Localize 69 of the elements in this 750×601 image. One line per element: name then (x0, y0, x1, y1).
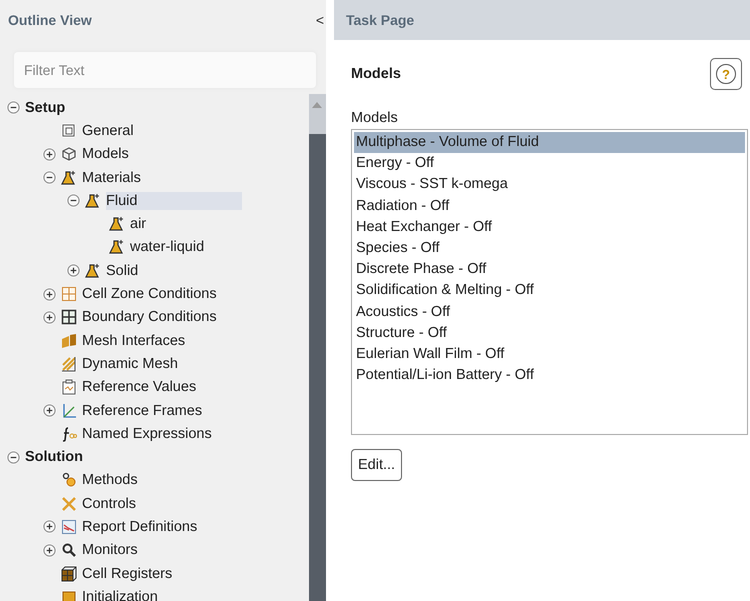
expand-icon[interactable] (43, 520, 56, 534)
tree-item[interactable]: Methods (82, 471, 141, 490)
list-item[interactable]: Heat Exchanger - Off (354, 216, 745, 238)
clipboard-icon (61, 379, 77, 396)
list-item[interactable]: Potential/Li-ion Battery - Off (354, 365, 745, 386)
collapse-icon[interactable] (7, 450, 20, 464)
list-item[interactable]: Acoustics - Off (354, 302, 745, 323)
flask-icon (85, 192, 101, 209)
flask-icon (109, 239, 125, 256)
chart-icon (61, 518, 77, 535)
tree-item[interactable]: Monitors (82, 541, 141, 560)
grid-icon (61, 286, 77, 302)
tree-item[interactable]: Mesh Interfaces (82, 332, 188, 350)
flask-icon (85, 262, 101, 279)
scrollbar[interactable] (309, 94, 326, 601)
tree-item[interactable]: Reference Values (82, 378, 200, 396)
grid-icon (61, 309, 77, 326)
panel-title: Task Page (346, 12, 414, 28)
cube-icon (61, 146, 77, 162)
list-item[interactable]: Discrete Phase - Off (354, 259, 745, 280)
expand-icon[interactable] (43, 544, 56, 557)
panel-title: Outline View (8, 12, 92, 28)
list-item[interactable]: Energy - Off (354, 153, 745, 174)
tree-item[interactable]: Reference Frames (82, 402, 206, 420)
collapse-icon[interactable] (67, 194, 80, 208)
tree-item[interactable]: Solid (106, 262, 142, 280)
tree-item[interactable]: Cell Zone Conditions (82, 285, 220, 304)
list-item[interactable]: Radiation - Off (354, 196, 745, 217)
flask-icon (109, 216, 125, 232)
list-label: Models (351, 110, 399, 126)
tree-item[interactable]: Fluid (106, 192, 242, 210)
tree-item[interactable]: Named Expressions (82, 424, 215, 443)
search-icon (61, 542, 77, 558)
flask-icon (61, 170, 77, 186)
edit-button[interactable]: Edit... (351, 449, 402, 481)
tree-section[interactable]: Solution (25, 448, 86, 466)
cubes-icon (61, 566, 77, 582)
axes-icon (61, 402, 77, 418)
collapse-button[interactable]: < (312, 12, 328, 28)
expand-icon[interactable] (43, 404, 56, 417)
expand-icon[interactable] (43, 288, 56, 301)
tree-item[interactable]: Report Definitions (82, 518, 200, 536)
list-item[interactable]: Viscous - SST k-omega (354, 174, 745, 196)
expand-icon[interactable] (43, 310, 56, 324)
tree-item[interactable]: Models (82, 145, 132, 164)
list-item[interactable]: Multiphase - Volume of Fluid (354, 132, 745, 154)
tree-item[interactable]: air (130, 215, 150, 234)
form-icon (61, 122, 77, 139)
tree-item[interactable]: Initialization (82, 588, 161, 601)
tree-item[interactable]: Controls (82, 494, 139, 513)
tree-section[interactable]: Setup (25, 98, 68, 117)
collapse-icon[interactable] (7, 101, 20, 114)
block-icon (61, 588, 77, 601)
tree-item[interactable]: General (82, 122, 137, 140)
expand-icon[interactable] (43, 148, 56, 161)
tree-item[interactable]: Dynamic Mesh (82, 354, 181, 373)
tree-item[interactable]: Materials (82, 168, 144, 187)
function-icon (61, 426, 77, 442)
expand-icon[interactable] (67, 264, 80, 278)
filter-field[interactable]: Filter Text (14, 52, 316, 88)
section-heading: Models (351, 66, 401, 82)
tree-item[interactable]: Cell Registers (82, 564, 176, 583)
collapse-icon[interactable] (43, 171, 56, 184)
list-item[interactable]: Species - Off (354, 238, 745, 260)
list-item[interactable]: Structure - Off (354, 322, 745, 344)
list-item[interactable]: Solidification & Melting - Off (354, 280, 745, 302)
tree-item[interactable]: Boundary Conditions (82, 308, 220, 326)
list-item[interactable]: Eulerian Wall Film - Off (354, 344, 745, 366)
tree-item[interactable]: water-liquid (130, 238, 208, 256)
